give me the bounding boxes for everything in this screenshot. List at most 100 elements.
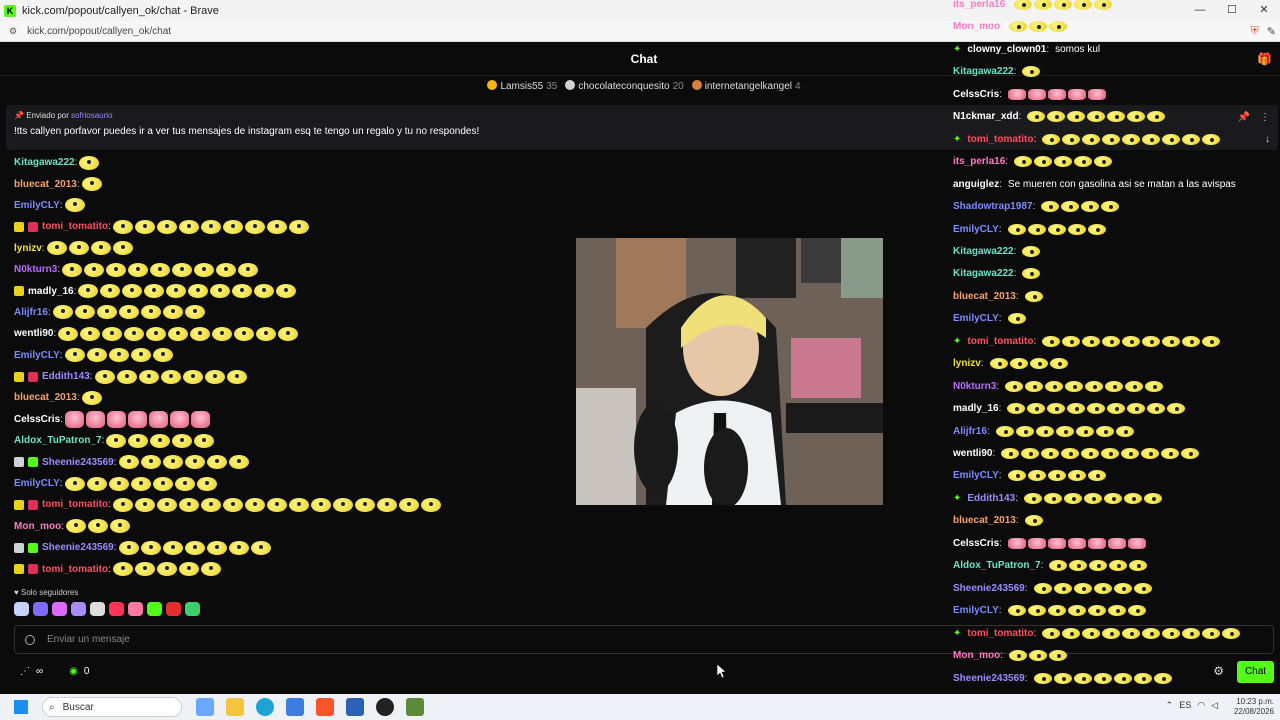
widgets-icon[interactable] [196, 698, 214, 716]
pinned-user[interactable]: sofriosaurio [71, 111, 112, 120]
chat-username[interactable]: N0kturn3 [14, 264, 57, 275]
emote-icon [1029, 650, 1047, 662]
overlay-username[interactable]: Mon_moo [953, 21, 1000, 32]
chat-username[interactable]: EmilyCLY [14, 350, 60, 361]
overlay-username[interactable]: its_perla16 [953, 156, 1005, 167]
overlay-username[interactable]: N0kturn3 [953, 381, 996, 392]
overlay-username[interactable]: wentli90 [953, 448, 992, 459]
edge-icon[interactable] [256, 698, 274, 716]
minecraft-icon[interactable] [406, 698, 424, 716]
emote-eye-icon[interactable] [52, 602, 67, 616]
share-icon[interactable]: ⋰ [20, 666, 30, 677]
emote-phone-icon[interactable] [109, 602, 124, 616]
emote-angry-icon[interactable] [166, 602, 181, 616]
overlay-username[interactable]: bluecat_2013 [953, 515, 1016, 526]
chat-username[interactable]: EmilyCLY [14, 478, 60, 489]
taskbar-search[interactable]: ⌕ Buscar [42, 697, 182, 717]
chat-colon: : [73, 285, 77, 297]
overlay-username[interactable]: madly_16 [953, 403, 999, 414]
overlay-username[interactable]: Kitagawa222 [953, 66, 1014, 77]
overlay-username[interactable]: Shadowtrap1987 [953, 201, 1032, 212]
store-icon[interactable] [286, 698, 304, 716]
emote-cat-icon[interactable] [90, 602, 105, 616]
emote-icon [1202, 133, 1221, 145]
leaderboard-entry[interactable]: internetangelkangel 4 [691, 80, 801, 92]
overlay-username[interactable]: N1ckmar_xdd [953, 111, 1019, 122]
emote-cup-icon[interactable] [147, 602, 162, 616]
emote-globe-icon[interactable] [185, 602, 200, 616]
emote-star-icon[interactable] [33, 602, 48, 616]
obs-icon[interactable] [376, 698, 394, 716]
emote-spark-icon[interactable] [71, 602, 86, 616]
overlay-username[interactable]: Kitagawa222 [953, 246, 1014, 257]
emote-icon [1133, 582, 1152, 594]
overlay-username[interactable]: Alijfr16 [953, 426, 987, 437]
emote-icon [1153, 672, 1172, 684]
chat-username[interactable]: bluecat_2013 [14, 179, 77, 190]
windows-start-icon[interactable] [14, 700, 28, 714]
emote-icon [989, 358, 1008, 370]
overlay-username[interactable]: anguiglez [953, 179, 999, 190]
overlay-username[interactable]: tomi_tomatito [967, 134, 1033, 145]
leaderboard-user[interactable]: Lamsis55 [500, 81, 543, 92]
site-settings-icon[interactable]: ⚙ [9, 26, 17, 37]
chat-username[interactable]: Sheenie243569 [42, 542, 114, 553]
overlay-username[interactable]: Eddith143 [967, 493, 1015, 504]
overlay-username[interactable]: its_perla16 [953, 0, 1005, 10]
word-icon[interactable] [346, 698, 364, 716]
overlay-username[interactable]: Sheenie243569 [953, 583, 1025, 594]
chat-username[interactable]: tomi_tomatito [42, 499, 108, 510]
chat-username[interactable]: wentli90 [14, 328, 53, 339]
overlay-username[interactable]: Sheenie243569 [953, 673, 1025, 684]
overlay-colon: : [998, 403, 1002, 415]
chat-username[interactable]: Alijfr16 [14, 307, 48, 318]
file-explorer-icon[interactable] [226, 698, 244, 716]
chat-username[interactable]: Sheenie243569 [42, 457, 114, 468]
overlay-username[interactable]: Aldox_TuPatron_7 [953, 560, 1041, 571]
overlay-username[interactable]: Kitagawa222 [953, 268, 1014, 279]
followers-only-label: ♥ Solo seguidores [14, 588, 78, 597]
chat-username[interactable]: tomi_tomatito [42, 564, 108, 575]
overlay-username[interactable]: clowny_clown01 [967, 44, 1046, 55]
emote-candy-icon[interactable] [128, 602, 143, 616]
overlay-username[interactable]: lynizv [953, 358, 981, 369]
overlay-username[interactable]: tomi_tomatito [967, 628, 1033, 639]
chat-username[interactable]: madly_16 [28, 286, 74, 297]
overlay-username[interactable]: EmilyCLY [953, 605, 999, 616]
leaderboard-entry[interactable]: chocolateconquesito 20 [565, 80, 684, 92]
chat-username[interactable]: Eddith143 [42, 371, 90, 382]
overlay-username[interactable]: CelssCris [953, 538, 999, 549]
emote-icon [1007, 537, 1026, 549]
clock[interactable]: 10:23 p.m. 22/08/2026 [1234, 697, 1274, 717]
chat-username[interactable]: bluecat_2013 [14, 392, 77, 403]
volume-icon[interactable]: ◁ [1211, 700, 1218, 711]
emote-icon [1142, 335, 1161, 347]
overlay-username[interactable]: EmilyCLY [953, 224, 999, 235]
lang-indicator[interactable]: ES [1179, 700, 1191, 711]
overlay-username[interactable]: CelssCris [953, 89, 999, 100]
emote-icon [134, 562, 155, 577]
leaderboard-entry[interactable]: Lamsis55 35 [487, 80, 557, 92]
overlay-username[interactable]: EmilyCLY [953, 470, 999, 481]
leaderboard-user[interactable]: internetangelkangel [705, 81, 792, 92]
chat-username[interactable]: tomi_tomatito [42, 221, 108, 232]
wifi-icon[interactable]: ◠ [1197, 700, 1205, 711]
infinity-icon[interactable]: ∞ [36, 666, 43, 677]
overlay-username[interactable]: Mon_moo [953, 650, 1000, 661]
brave-icon[interactable] [316, 698, 334, 716]
chat-username[interactable]: CelssCris [14, 414, 60, 425]
overlay-username[interactable]: bluecat_2013 [953, 291, 1016, 302]
leaderboard-user[interactable]: chocolateconquesito [578, 81, 669, 92]
chat-username[interactable]: Kitagawa222 [14, 157, 75, 168]
overlay-username[interactable]: EmilyCLY [953, 313, 999, 324]
chat-username[interactable]: Aldox_TuPatron_7 [14, 435, 102, 446]
overlay-colon: : [1015, 290, 1019, 302]
overlay-username[interactable]: tomi_tomatito [967, 336, 1033, 347]
chat-username[interactable]: lynizv [14, 243, 42, 254]
url-text[interactable]: kick.com/popout/callyen_ok/chat [27, 26, 171, 37]
emote-ghost-icon[interactable] [14, 602, 29, 616]
chat-username[interactable]: Mon_moo [14, 521, 61, 532]
emoji-picker-icon[interactable] [25, 634, 35, 645]
chat-username[interactable]: EmilyCLY [14, 200, 60, 211]
chevron-up-icon[interactable]: ⌃ [1166, 700, 1174, 711]
